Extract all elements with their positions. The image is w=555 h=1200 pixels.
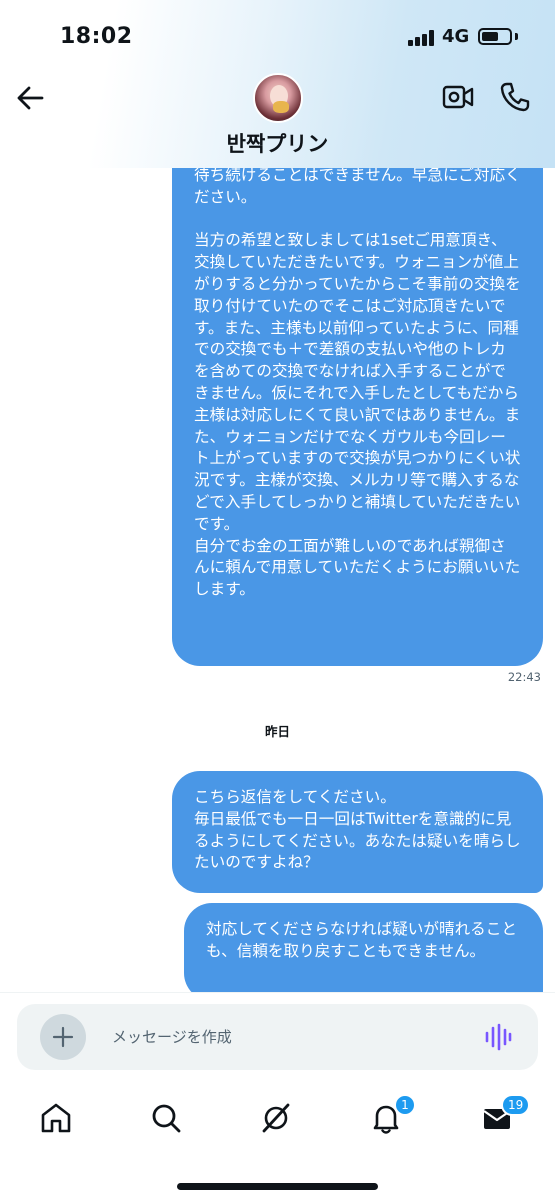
home-indicator (177, 1183, 378, 1190)
home-icon (41, 1103, 71, 1133)
voice-message-button[interactable] (484, 1022, 512, 1052)
plus-icon (52, 1026, 74, 1048)
message-input[interactable] (112, 1022, 462, 1052)
attach-button[interactable] (40, 1014, 86, 1060)
video-camera-icon (442, 85, 474, 109)
status-time: 18:02 (60, 24, 133, 49)
tab-home[interactable] (36, 1098, 76, 1138)
date-separator: 昨日 (264, 724, 290, 739)
message-timestamp: 22:43 (507, 670, 541, 684)
avatar[interactable] (253, 73, 303, 123)
voice-call-button[interactable] (498, 80, 532, 114)
messages-badge: 19 (501, 1094, 531, 1116)
battery-cap (515, 33, 518, 40)
message-bubble[interactable]: 対応してくださらなければ疑いが晴れることも、信頼を取り戻すこともできません。 (184, 903, 543, 1001)
search-icon (152, 1104, 181, 1133)
tab-grok[interactable] (256, 1098, 296, 1138)
contact-name[interactable]: 반짝プリン (0, 128, 555, 158)
message-bubble[interactable]: 待ち続けることはできません。早急にご対応ください。 当方の希望と致しましては1s… (172, 140, 543, 666)
voice-waveform-icon (485, 1023, 512, 1051)
grok-icon (262, 1103, 290, 1133)
phone-icon (500, 82, 530, 112)
video-call-button[interactable] (441, 82, 475, 112)
back-button[interactable] (12, 80, 48, 116)
back-arrow-icon (17, 86, 44, 110)
status-bar: 18:02 4G (0, 0, 555, 70)
tab-explore[interactable] (146, 1098, 186, 1138)
message-bubble[interactable]: こちら返信をしてください。 毎日最低でも一日一回はTwitterを意識的に見るよ… (172, 771, 543, 893)
network-label: 4G (442, 26, 470, 47)
notifications-badge: 1 (394, 1094, 416, 1116)
signal-icon (408, 30, 436, 46)
battery-icon (478, 28, 512, 45)
